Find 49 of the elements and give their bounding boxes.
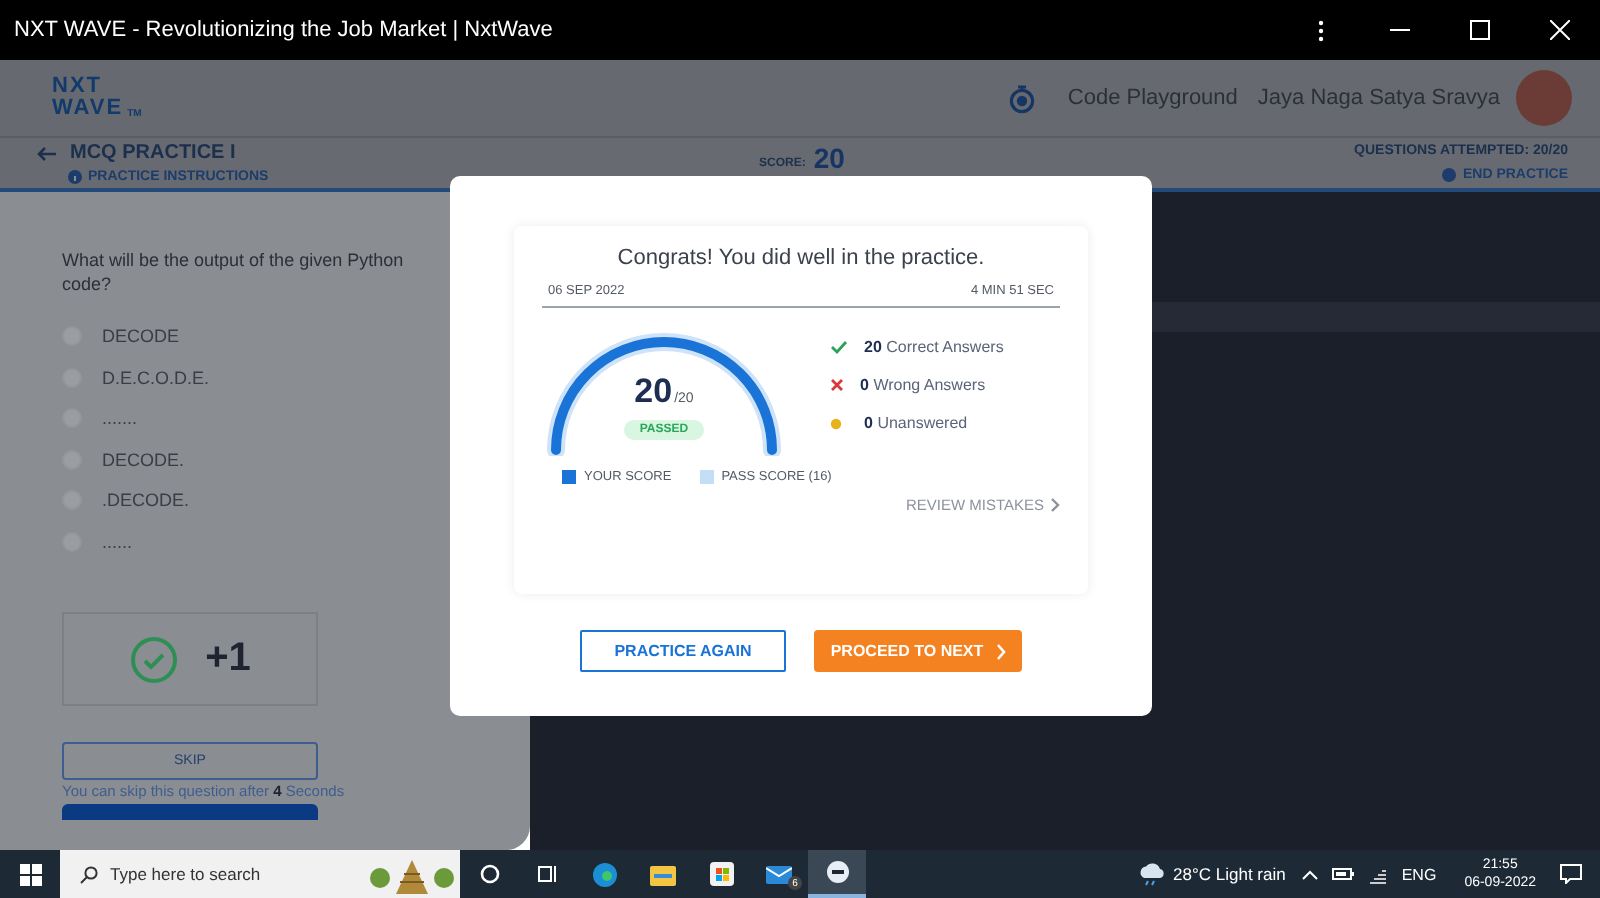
congrats-message: Congrats! You did well in the practice. [615, 246, 987, 270]
question-text: What will be the output of the given Python code? [62, 248, 406, 296]
check-icon [830, 340, 848, 354]
taskbar-search-field[interactable]: Type here to search [60, 850, 460, 898]
cross-icon [830, 378, 844, 392]
option-label[interactable]: DECODE [102, 326, 180, 347]
stat-text: 0 Unanswered [864, 414, 968, 432]
circle-icon [1442, 168, 1457, 182]
search-input[interactable]: Type here to search [110, 864, 330, 884]
cortana-icon[interactable] [479, 864, 499, 884]
practice-title: MCQ PRACTICE I [70, 142, 236, 164]
code-playground-link[interactable]: Code Playground [1067, 86, 1238, 110]
window-title: NXT WAVE - Revolutionizing the Job Market | NxtWave [14, 18, 555, 42]
score-value: 20 [813, 144, 845, 174]
option-label[interactable]: ....... [102, 408, 138, 429]
chevron-right-icon [995, 643, 1006, 659]
points-text: +1 [205, 636, 251, 682]
windows-start-icon[interactable] [19, 863, 41, 885]
option-label[interactable]: .DECODE. [102, 490, 190, 511]
stat-text: 0 Wrong Answers [860, 376, 986, 394]
language-indicator[interactable]: ENG [1401, 865, 1437, 883]
folder-icon[interactable] [650, 863, 676, 885]
user-name: Jaya Naga Satya Sravya [1257, 86, 1500, 110]
battery-icon[interactable] [1331, 868, 1354, 880]
store-icon[interactable] [709, 862, 733, 886]
option-label[interactable]: D.E.C.O.D.E. [102, 367, 210, 388]
task-view-icon[interactable] [537, 864, 557, 884]
browser-icon[interactable] [592, 861, 618, 887]
option-label[interactable]: ...... [102, 531, 133, 552]
more-options-icon[interactable] [1317, 19, 1323, 41]
maximize-icon[interactable] [1470, 20, 1490, 40]
practice-again-button[interactable]: PRACTICE AGAIN [580, 630, 786, 672]
info-icon [68, 170, 82, 184]
stat-text: 20 Correct Answers [864, 338, 1004, 356]
gauge-score: 20 [634, 372, 673, 412]
cloud-rain-icon [1137, 862, 1166, 886]
wifi-icon[interactable] [1367, 865, 1388, 883]
minimize-icon[interactable] [1390, 28, 1410, 32]
chevron-right-icon [1050, 498, 1060, 512]
app-taskbar-icon[interactable] [808, 850, 866, 898]
option-label[interactable]: DECODE. [102, 449, 185, 470]
proceed-to-next-button[interactable]: PROCEED TO NEXT [814, 630, 1022, 672]
close-icon[interactable] [1550, 20, 1570, 40]
check-circle-icon [129, 635, 178, 683]
weather-text[interactable]: 28°C Light rain [1173, 864, 1286, 884]
chevron-up-icon[interactable] [1301, 869, 1318, 879]
notifications-icon[interactable] [1560, 864, 1582, 884]
back-arrow-icon[interactable] [36, 145, 58, 161]
search-icon [80, 865, 98, 883]
